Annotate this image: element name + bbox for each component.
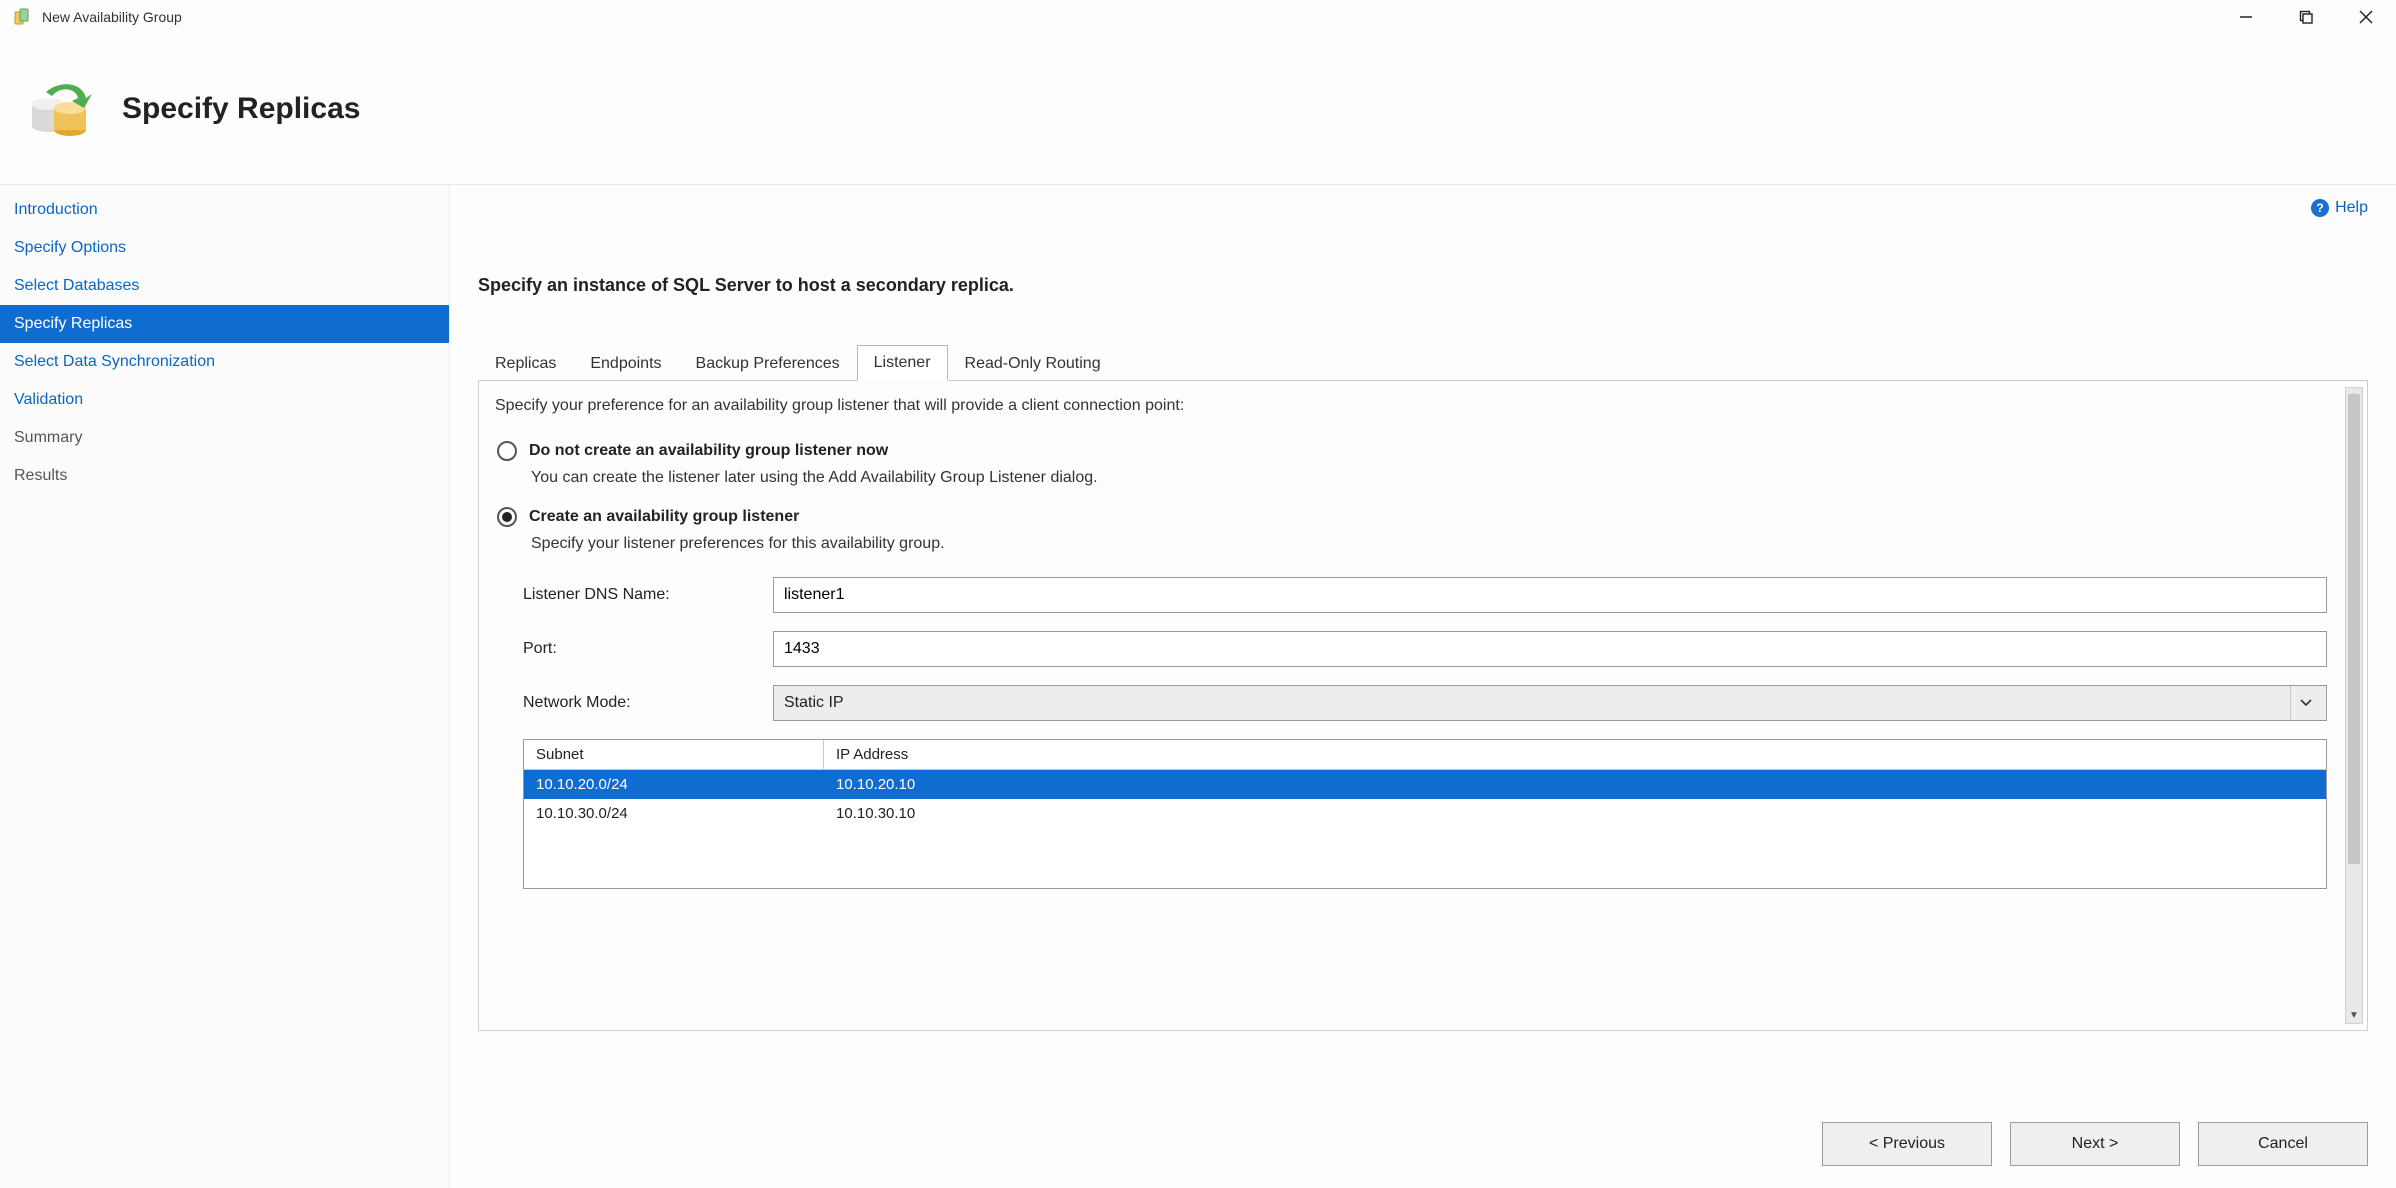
app-icon (14, 8, 32, 26)
sidebar-item-select-data-sync[interactable]: Select Data Synchronization (0, 343, 449, 381)
tab-endpoints[interactable]: Endpoints (573, 346, 678, 381)
cell-subnet: 10.10.20.0/24 (524, 770, 824, 799)
main: Introduction Specify Options Select Data… (0, 184, 2396, 1188)
wizard-logo-icon (26, 74, 96, 144)
minimize-button[interactable] (2216, 0, 2276, 34)
option-no-listener[interactable]: Do not create an availability group list… (497, 441, 2357, 487)
previous-button[interactable]: < Previous (1822, 1122, 1992, 1166)
help-label: Help (2335, 199, 2368, 217)
next-button[interactable]: Next > (2010, 1122, 2180, 1166)
radio-no-listener[interactable] (497, 441, 517, 461)
help-link[interactable]: ? Help (2311, 199, 2368, 217)
listener-form: Listener DNS Name: Port: Network Mode: S… (523, 577, 2357, 721)
option-create-listener-sub: Specify your listener preferences for th… (531, 535, 2357, 553)
page-title: Specify Replicas (122, 92, 360, 126)
maximize-button[interactable] (2276, 0, 2336, 34)
mode-value: Static IP (784, 694, 844, 712)
cell-ip: 10.10.30.10 (824, 799, 2326, 828)
listener-desc: Specify your preference for an availabil… (489, 387, 2357, 421)
col-ip[interactable]: IP Address (824, 740, 2326, 769)
dns-label: Listener DNS Name: (523, 586, 773, 604)
table-empty-area (524, 828, 2326, 888)
table-header: Subnet IP Address (524, 740, 2326, 770)
sidebar-item-introduction[interactable]: Introduction (0, 191, 449, 229)
tab-read-only-routing[interactable]: Read-Only Routing (948, 346, 1118, 381)
scroll-down-icon[interactable]: ▼ (2346, 1007, 2362, 1023)
dns-input[interactable] (773, 577, 2327, 613)
tabs: Replicas Endpoints Backup Preferences Li… (478, 344, 2368, 381)
mode-label: Network Mode: (523, 694, 773, 712)
wizard-footer: < Previous Next > Cancel (1822, 1122, 2368, 1166)
sidebar: Introduction Specify Options Select Data… (0, 185, 450, 1188)
tab-backup-preferences[interactable]: Backup Preferences (679, 346, 857, 381)
header: Specify Replicas (0, 34, 2396, 184)
port-input[interactable] (773, 631, 2327, 667)
sidebar-item-summary[interactable]: Summary (0, 419, 449, 457)
cell-ip: 10.10.20.10 (824, 770, 2326, 799)
table-row[interactable]: 10.10.20.0/24 10.10.20.10 (524, 770, 2326, 799)
listener-panel: Specify your preference for an availabil… (478, 381, 2368, 1031)
option-no-listener-label: Do not create an availability group list… (529, 442, 888, 460)
cell-subnet: 10.10.30.0/24 (524, 799, 824, 828)
tab-replicas[interactable]: Replicas (478, 346, 573, 381)
content: ? Help Specify an instance of SQL Server… (450, 185, 2396, 1188)
option-no-listener-sub: You can create the listener later using … (531, 469, 2357, 487)
mode-select[interactable]: Static IP (773, 685, 2327, 721)
subnet-table: Subnet IP Address 10.10.20.0/24 10.10.20… (523, 739, 2327, 889)
table-row[interactable]: 10.10.30.0/24 10.10.30.10 (524, 799, 2326, 828)
scroll-thumb[interactable] (2348, 394, 2360, 864)
scrollbar[interactable]: ▲ ▼ (2345, 387, 2363, 1024)
sidebar-item-results[interactable]: Results (0, 457, 449, 495)
help-icon: ? (2311, 199, 2329, 217)
sidebar-item-select-databases[interactable]: Select Databases (0, 267, 449, 305)
instruction-text: Specify an instance of SQL Server to hos… (478, 275, 2368, 296)
option-create-listener-label: Create an availability group listener (529, 508, 799, 526)
option-create-listener[interactable]: Create an availability group listener Sp… (497, 507, 2357, 553)
col-subnet[interactable]: Subnet (524, 740, 824, 769)
chevron-down-icon (2290, 686, 2320, 720)
tab-listener[interactable]: Listener (857, 345, 948, 381)
sidebar-item-validation[interactable]: Validation (0, 381, 449, 419)
port-label: Port: (523, 640, 773, 658)
sidebar-item-specify-options[interactable]: Specify Options (0, 229, 449, 267)
cancel-button[interactable]: Cancel (2198, 1122, 2368, 1166)
sidebar-item-specify-replicas[interactable]: Specify Replicas (0, 305, 449, 343)
close-button[interactable] (2336, 0, 2396, 34)
window-title: New Availability Group (42, 9, 182, 25)
title-bar: New Availability Group (0, 0, 2396, 34)
radio-create-listener[interactable] (497, 507, 517, 527)
